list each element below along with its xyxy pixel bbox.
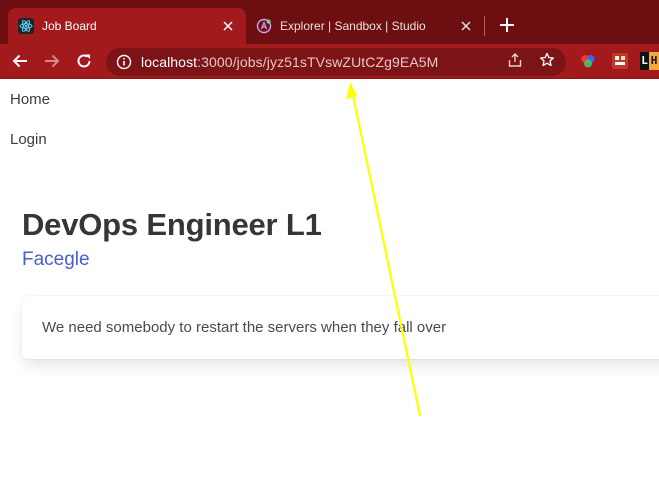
nav-home-link[interactable]: Home: [10, 91, 50, 108]
url-path: :3000/jobs/jyz51sTVswZUtCZg9EA5M: [197, 54, 439, 70]
lighthouse-icon: L H: [640, 52, 659, 70]
reload-icon: [77, 54, 91, 68]
forward-button[interactable]: [40, 49, 64, 73]
tab-strip: Job Board Explorer | Sandbox | Studio: [0, 0, 659, 44]
page-content: Home Login DevOps Engineer L1 Facegle We…: [0, 79, 659, 483]
apollo-icon: [256, 18, 272, 34]
pixel-character-icon: [612, 53, 628, 69]
job-description-box: We need somebody to restart the servers …: [22, 296, 659, 359]
bookmark-button[interactable]: [537, 50, 557, 70]
close-tab-icon[interactable]: [458, 18, 474, 34]
job-title: DevOps Engineer L1: [22, 207, 322, 242]
close-tab-icon[interactable]: [220, 18, 236, 34]
share-icon: [508, 53, 522, 67]
star-icon: [540, 52, 554, 67]
browser-toolbar: localhost:3000/jobs/jyz51sTVswZUtCZg9EA5…: [0, 44, 659, 79]
extension-lighthouse[interactable]: L H: [640, 49, 659, 73]
share-button[interactable]: [505, 50, 525, 70]
react-icon: [18, 18, 34, 34]
back-button[interactable]: [8, 49, 32, 73]
site-info-icon[interactable]: [116, 54, 132, 70]
tab-divider: [484, 16, 485, 36]
arrow-left-icon: [12, 54, 27, 68]
nav-login-link[interactable]: Login: [10, 131, 47, 148]
tab-explorer-studio[interactable]: Explorer | Sandbox | Studio: [248, 8, 484, 44]
url-host: localhost: [141, 54, 198, 70]
color-wheel-icon: [581, 55, 595, 68]
extension-game[interactable]: [608, 49, 632, 73]
job-description: We need somebody to restart the servers …: [42, 319, 447, 336]
tab-job-board[interactable]: Job Board: [8, 8, 246, 44]
new-tab-button[interactable]: [496, 14, 518, 36]
company-link[interactable]: Facegle: [22, 249, 90, 271]
arrow-right-icon: [45, 54, 60, 68]
extension-color-picker[interactable]: [576, 49, 600, 73]
tab-title: Job Board: [42, 19, 97, 33]
tab-title: Explorer | Sandbox | Studio: [280, 19, 426, 33]
address-bar[interactable]: localhost:3000/jobs/jyz51sTVswZUtCZg9EA5…: [106, 48, 566, 76]
reload-button[interactable]: [72, 49, 96, 73]
plus-icon: [500, 18, 514, 32]
url-text: localhost:3000/jobs/jyz51sTVswZUtCZg9EA5…: [141, 54, 438, 70]
